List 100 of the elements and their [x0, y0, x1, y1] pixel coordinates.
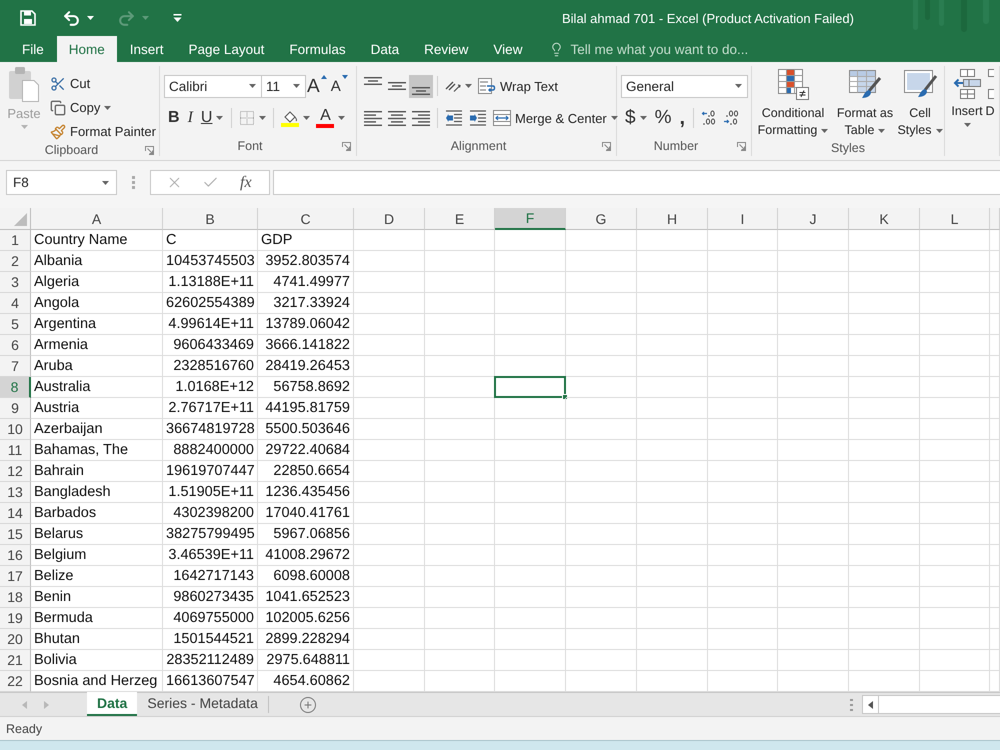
insert-cells-button[interactable]: Insert	[949, 66, 985, 127]
ribbon-tab[interactable]: Review	[412, 36, 480, 62]
empty-cell	[920, 566, 990, 587]
align-top-icon	[364, 77, 382, 85]
column-header[interactable]: K	[849, 208, 920, 230]
column-header[interactable]: F	[495, 208, 566, 230]
empty-cell	[778, 440, 849, 461]
column-header[interactable]: B	[163, 208, 258, 230]
ribbon-tab[interactable]: File	[10, 36, 56, 62]
empty-cell	[708, 608, 778, 629]
sheet-tab[interactable]: Data	[87, 692, 138, 716]
font-size-dropdown[interactable]: 11	[261, 74, 306, 98]
row-header[interactable]: 2	[0, 251, 31, 272]
cut-button[interactable]: Cut	[47, 72, 159, 95]
wrap-text-button[interactable]: Wrap Text	[475, 74, 562, 98]
row-header[interactable]: 17	[0, 566, 31, 587]
row-header[interactable]: 6	[0, 335, 31, 356]
number-format-dropdown[interactable]: General	[621, 74, 748, 98]
empty-cell	[849, 608, 920, 629]
column-header[interactable]: A	[31, 208, 163, 230]
conditional-formatting-button[interactable]: Conditional Formatting	[752, 66, 834, 139]
row-header[interactable]: 14	[0, 503, 31, 524]
row-header[interactable]: 5	[0, 314, 31, 335]
row-header[interactable]: 11	[0, 440, 31, 461]
scroll-left-button[interactable]	[862, 695, 879, 714]
comma-style-button[interactable]: ,	[675, 106, 690, 130]
dialog-launcher-icon[interactable]	[737, 142, 746, 150]
column-header[interactable]: C	[258, 208, 354, 230]
name-box[interactable]: F8	[6, 170, 117, 195]
cell-styles-button[interactable]: Cell Styles	[896, 66, 944, 139]
column-header[interactable]: G	[566, 208, 637, 230]
column-header[interactable]: D	[354, 208, 425, 230]
row-header[interactable]: 20	[0, 629, 31, 650]
underline-button[interactable]: U	[196, 106, 228, 130]
empty-cell	[425, 545, 495, 566]
insert-function-button[interactable]: fx	[238, 174, 254, 192]
empty-cell	[920, 230, 990, 251]
row-header[interactable]: 12	[0, 461, 31, 482]
dialog-launcher-icon[interactable]	[602, 142, 611, 150]
empty-cell	[708, 440, 778, 461]
delete-cells-button[interactable]: D	[985, 66, 995, 120]
shrink-font-button[interactable]: A	[328, 74, 350, 98]
empty-cell	[849, 356, 920, 377]
row-header[interactable]: 15	[0, 524, 31, 545]
row-header[interactable]: 10	[0, 419, 31, 440]
formula-input[interactable]	[273, 170, 1000, 195]
grow-font-button[interactable]: A	[305, 74, 329, 98]
column-header[interactable]: J	[778, 208, 849, 230]
row-header[interactable]: 13	[0, 482, 31, 503]
align-right-icon	[412, 110, 430, 126]
bold-button[interactable]: B	[164, 106, 184, 130]
align-bottom-button[interactable]	[409, 74, 433, 98]
empty-cell	[920, 398, 990, 419]
ribbon-tab[interactable]: Insert	[118, 36, 176, 62]
currency-button[interactable]: $	[621, 106, 651, 130]
row-header[interactable]: 3	[0, 272, 31, 293]
column-header[interactable]: I	[708, 208, 778, 230]
row-header[interactable]: 1	[0, 230, 31, 251]
ribbon-tab[interactable]: Home	[56, 36, 117, 62]
table-cell: 4741.49977	[258, 272, 354, 293]
row-header[interactable]: 9	[0, 398, 31, 419]
tell-me-search[interactable]: Tell me what you want to do...	[570, 42, 776, 56]
column-header[interactable]: H	[637, 208, 708, 230]
dialog-launcher-icon[interactable]	[145, 146, 154, 154]
italic-button[interactable]: I	[184, 106, 197, 130]
ribbon-tab[interactable]: View	[481, 36, 534, 62]
split-handle-icon[interactable]	[850, 698, 852, 710]
table-cell: 9606433469	[163, 335, 258, 356]
row-header[interactable]: 16	[0, 545, 31, 566]
empty-cell	[425, 608, 495, 629]
table-cell: 1.13188E+11	[163, 272, 258, 293]
empty-cell	[566, 608, 637, 629]
format-painter-button[interactable]: Format Painter	[47, 120, 159, 143]
ribbon-tab[interactable]: Data	[358, 36, 412, 62]
row-header[interactable]: 4	[0, 293, 31, 314]
dialog-launcher-icon[interactable]	[342, 142, 351, 150]
font-name-dropdown[interactable]: Calibri	[164, 74, 262, 98]
caret-icon	[104, 106, 112, 110]
empty-cell	[495, 524, 566, 545]
percent-button[interactable]: %	[650, 106, 676, 130]
horizontal-scrollbar[interactable]	[878, 695, 1000, 714]
copy-button[interactable]: Copy	[47, 96, 159, 119]
empty-cell	[778, 503, 849, 524]
table-cell: 36674819728	[163, 419, 258, 440]
format-as-table-button[interactable]: Format as Table	[834, 66, 896, 139]
merge-center-button[interactable]: Merge & Center	[490, 106, 621, 130]
row-header[interactable]: 8	[0, 377, 31, 398]
row-header[interactable]: 19	[0, 608, 31, 629]
row-header[interactable]: 21	[0, 650, 31, 671]
row-header[interactable]: 18	[0, 587, 31, 608]
row-header[interactable]: 7	[0, 356, 31, 377]
column-header[interactable]: E	[425, 208, 495, 230]
ribbon-tab[interactable]: Formulas	[277, 36, 358, 62]
empty-cell	[566, 398, 637, 419]
ribbon-tab[interactable]: Page Layout	[176, 36, 276, 62]
row-header[interactable]: 22	[0, 671, 31, 692]
font-color-button[interactable]: A	[313, 106, 348, 130]
column-header[interactable]: L	[920, 208, 990, 230]
sheet-tab[interactable]: Series - Metadata	[137, 692, 268, 716]
empty-cell	[354, 461, 425, 482]
